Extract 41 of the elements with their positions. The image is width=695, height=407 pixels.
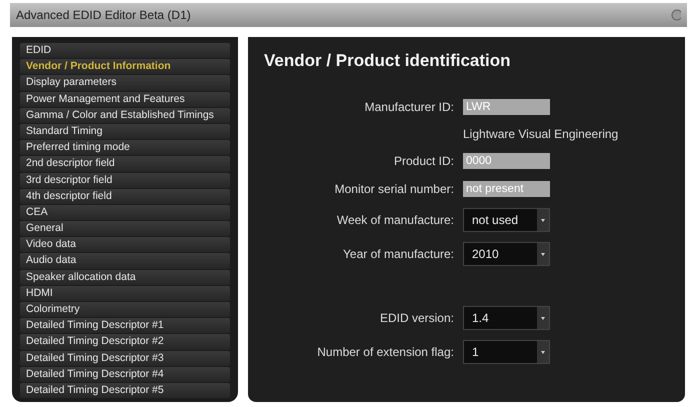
sidebar-item[interactable]: Detailed Timing Descriptor #3 <box>20 350 230 366</box>
sidebar-item[interactable]: 3rd descriptor field <box>20 172 230 188</box>
sidebar-item[interactable]: Colorimetry <box>20 302 230 318</box>
sidebar-item[interactable]: Speaker allocation data <box>20 270 230 285</box>
sidebar-item[interactable]: Display parameters <box>20 75 230 91</box>
sidebar-item[interactable]: 2nd descriptor field <box>20 156 230 172</box>
dropdown[interactable]: 1.4 <box>463 306 550 330</box>
sidebar-item[interactable]: HDMI <box>20 286 230 301</box>
field-label: Year of manufacture: <box>342 247 454 261</box>
field-label: Week of manufacture: <box>336 213 454 227</box>
close-icon[interactable] <box>671 9 681 21</box>
dropdown[interactable]: 1 <box>463 340 550 364</box>
field-label: Manufacturer ID: <box>364 100 454 114</box>
manufacturer-name: Lightware Visual Engineering <box>463 127 620 141</box>
field-label: Number of extension flag: <box>316 345 454 359</box>
sidebar-item[interactable]: Preferred timing mode <box>20 140 230 156</box>
sidebar-item[interactable]: Detailed Timing Descriptor #5 <box>20 382 230 398</box>
window-title: Advanced EDID Editor Beta (D1) <box>16 8 191 22</box>
sidebar-item[interactable]: Gamma / Color and Established Timings <box>20 108 230 123</box>
caret-icon <box>541 316 545 320</box>
sidebar-item[interactable]: Detailed Timing Descriptor #4 <box>20 366 230 382</box>
panel-title: Vendor / Product identification <box>264 51 512 71</box>
sidebar-item[interactable]: EDID <box>20 43 230 58</box>
sidebar-item[interactable]: CEA <box>20 204 230 220</box>
sidebar-item[interactable]: 4th descriptor field <box>20 188 230 204</box>
dropdown[interactable]: 2010 <box>463 242 550 266</box>
sidebar-item[interactable]: Audio data <box>20 253 230 269</box>
sidebar-item[interactable]: Detailed Timing Descriptor #2 <box>20 334 230 350</box>
sidebar-item[interactable]: Vendor / Product Information <box>20 59 230 74</box>
sidebar-item[interactable]: Standard Timing <box>20 124 230 140</box>
caret-icon <box>541 218 545 222</box>
sidebar-item[interactable]: Detailed Timing Descriptor #1 <box>20 318 230 334</box>
dropdown[interactable]: not used <box>463 208 550 232</box>
caret-icon <box>541 350 545 354</box>
field-label: EDID version: <box>378 311 454 325</box>
field-label: Monitor serial number: <box>334 182 454 196</box>
field-label: Product ID: <box>392 154 454 168</box>
caret-icon <box>541 252 545 256</box>
sidebar-item[interactable]: Video data <box>20 237 230 252</box>
sidebar-item[interactable]: Power Management and Features <box>20 92 230 107</box>
sidebar-item[interactable]: General <box>20 221 230 236</box>
